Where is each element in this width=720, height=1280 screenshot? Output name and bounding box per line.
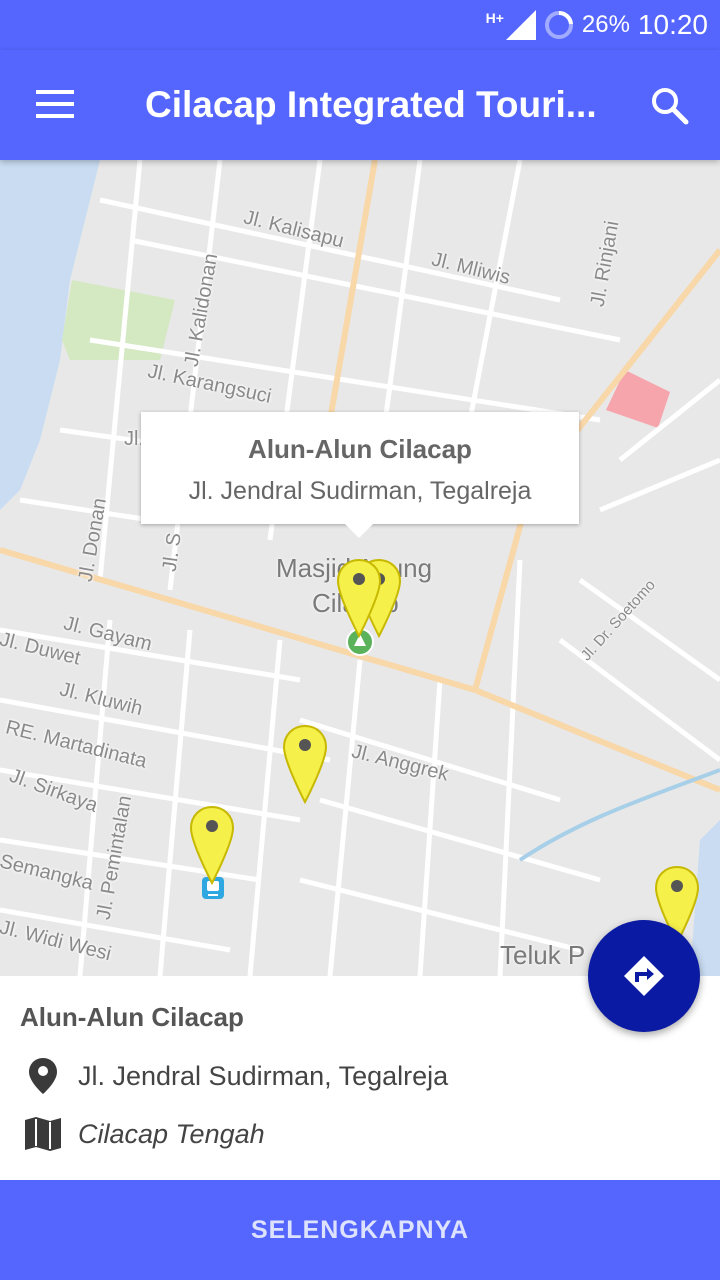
app-title: Cilacap Integrated Touri... (145, 84, 597, 125)
battery-percent: 26% (581, 11, 630, 38)
directions-button[interactable] (588, 920, 700, 1032)
location-pin-icon (22, 1056, 64, 1096)
info-window-subtitle: Jl. Jendral Sudirman, Tegalreja (188, 477, 532, 505)
search-icon[interactable] (648, 84, 692, 128)
info-window-pointer (345, 524, 373, 538)
app-bar: Cilacap Integrated Touri... (0, 50, 720, 160)
info-window-title: Alun-Alun Cilacap (248, 434, 472, 464)
network-type-label: H+ (485, 10, 504, 26)
more-details-button[interactable]: SELENGKAPNYA (0, 1180, 720, 1280)
district-row: Cilacap Tengah (22, 1114, 265, 1154)
place-district: Cilacap Tengah (78, 1118, 265, 1149)
map-pin-icon[interactable] (282, 724, 328, 804)
hamburger-menu-icon[interactable] (36, 88, 76, 122)
battery-ring-icon (544, 10, 573, 39)
map-info-window[interactable]: Alun-Alun Cilacap Jl. Jendral Sudirman, … (141, 412, 579, 538)
place-name: Alun-Alun Cilacap (20, 1002, 244, 1032)
map-pin-icon[interactable] (189, 805, 235, 885)
clock: 10:20 (637, 9, 708, 40)
map-pin-icon[interactable] (336, 558, 382, 638)
status-bar: H+ 26% 10:20 (0, 0, 720, 50)
map-icon (22, 1114, 64, 1154)
directions-icon (624, 956, 664, 996)
poi-label: Teluk P (500, 940, 586, 970)
signal-icon (505, 10, 536, 40)
place-address: Jl. Jendral Sudirman, Tegalreja (78, 1060, 449, 1091)
address-row: Jl. Jendral Sudirman, Tegalreja (22, 1056, 448, 1096)
map-view[interactable]: Jl. Kalisapu Jl. Mliwis Jl. Rinjani Jl. … (0, 160, 720, 976)
